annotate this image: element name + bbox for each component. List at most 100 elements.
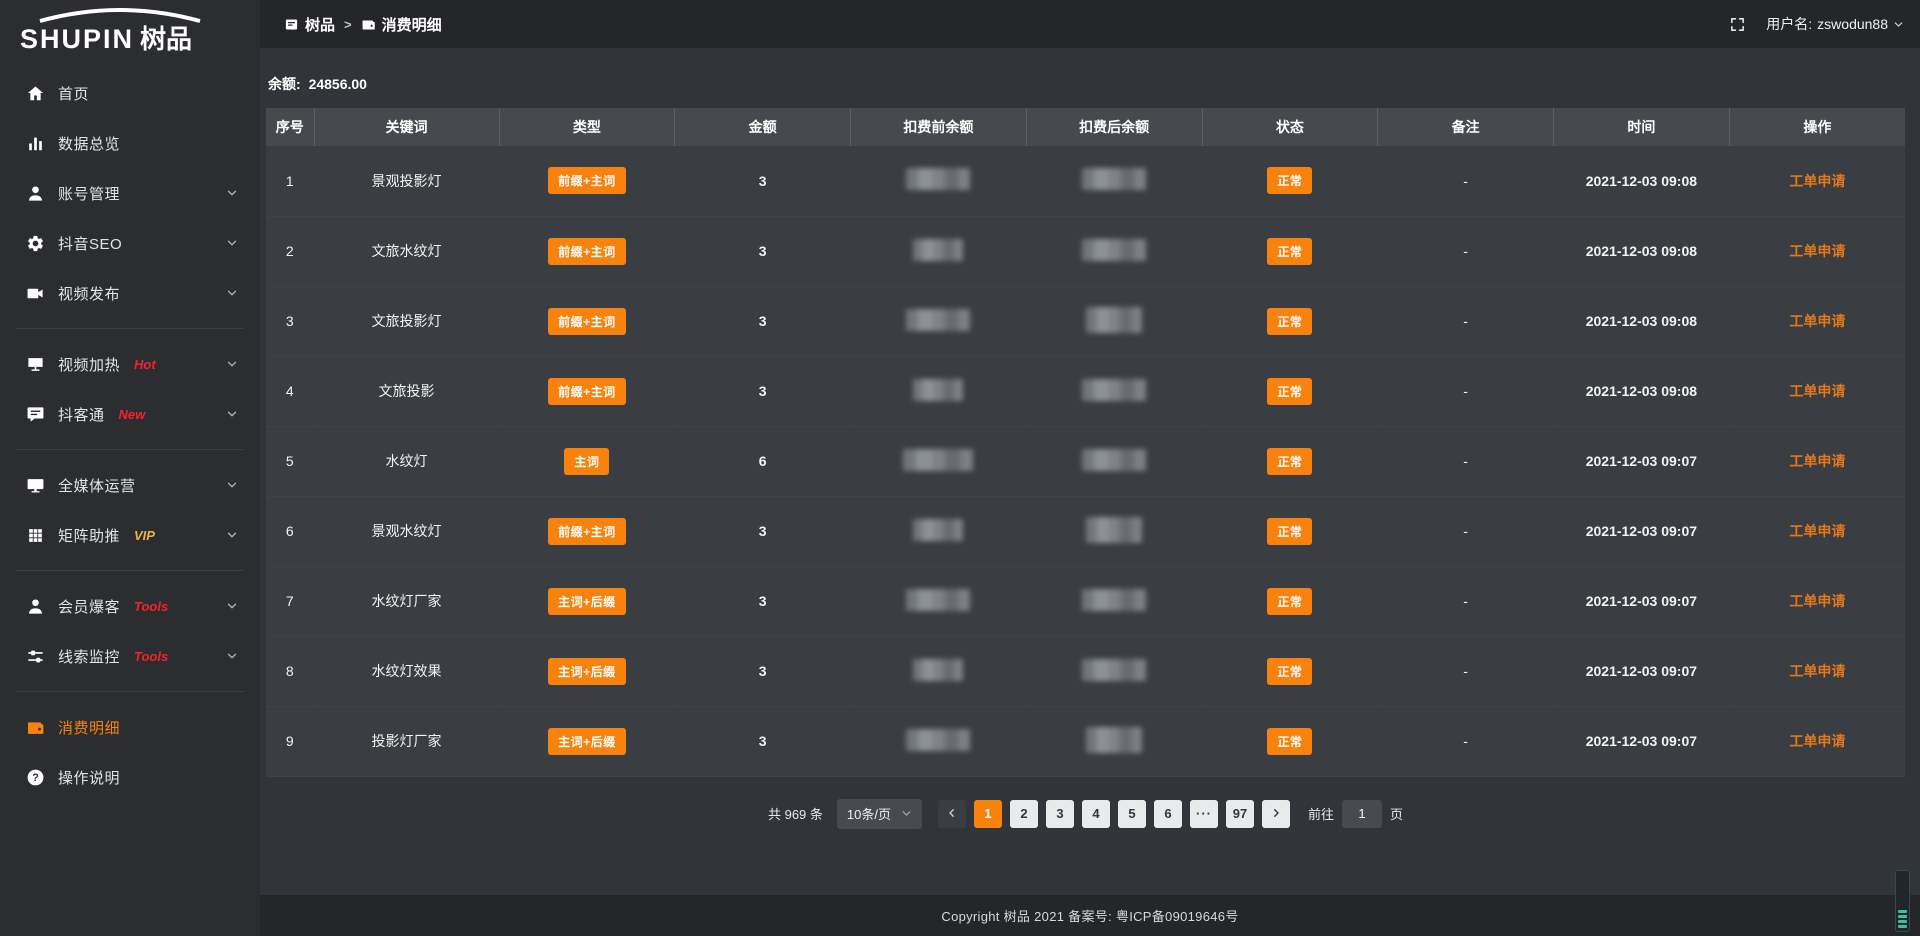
- cell-index: 9: [266, 706, 314, 776]
- chevron-down-icon: [1893, 19, 1904, 30]
- ticket-apply-link[interactable]: 工单申请: [1789, 243, 1845, 259]
- side-widget[interactable]: [1895, 870, 1910, 932]
- page-button-1[interactable]: 1: [974, 800, 1002, 828]
- sidebar-divider: [16, 691, 244, 692]
- sidebar-item-tag: VIP: [134, 528, 155, 543]
- ticket-apply-link[interactable]: 工单申请: [1789, 383, 1845, 399]
- cell-status: 正常: [1202, 146, 1378, 216]
- cell-balance-after: [1026, 706, 1202, 776]
- ticket-apply-link[interactable]: 工单申请: [1789, 313, 1845, 329]
- ticket-apply-link[interactable]: 工单申请: [1789, 733, 1845, 749]
- page-ellipsis-button[interactable]: ···: [1190, 800, 1218, 828]
- sidebar-item-account-manage[interactable]: 账号管理: [0, 168, 260, 218]
- sidebar-item-instructions[interactable]: ?操作说明: [0, 752, 260, 802]
- sidebar-item-label: 操作说明: [58, 767, 120, 788]
- ticket-apply-link[interactable]: 工单申请: [1789, 173, 1845, 189]
- cell-remark: -: [1378, 216, 1554, 286]
- page-size-value: 10条/页: [847, 804, 891, 823]
- sidebar-item-label: 视频发布: [58, 283, 120, 304]
- sidebar-item-douketong[interactable]: 抖客通New: [0, 389, 260, 439]
- page-button-2[interactable]: 2: [1010, 800, 1038, 828]
- cell-action: 工单申请: [1729, 356, 1905, 426]
- chevron-down-icon: [226, 650, 238, 662]
- cell-balance-before: [851, 286, 1027, 356]
- sidebar-item-consumption-detail[interactable]: 消费明细: [0, 702, 260, 752]
- cell-type: 主词: [499, 426, 675, 496]
- pagination-total: 共 969 条: [768, 804, 823, 823]
- balance: 余额: 24856.00: [268, 74, 1905, 94]
- cell-type: 主词+后缀: [499, 566, 675, 636]
- sidebar-item-label: 消费明细: [58, 717, 120, 738]
- brand-logo[interactable]: SHUPIN 树品: [0, 0, 260, 58]
- cell-action: 工单申请: [1729, 286, 1905, 356]
- cell-index: 3: [266, 286, 314, 356]
- sidebar-item-home[interactable]: 首页: [0, 68, 260, 118]
- cell-remark: -: [1378, 496, 1554, 566]
- next-page-button[interactable]: [1262, 800, 1290, 828]
- status-badge: 正常: [1267, 658, 1312, 685]
- user-menu[interactable]: 用户名: zswodun88: [1766, 14, 1904, 34]
- status-badge: 正常: [1267, 378, 1312, 405]
- redacted-balance-before: [906, 168, 970, 190]
- ticket-apply-link[interactable]: 工单申请: [1789, 663, 1845, 679]
- cell-amount: 3: [675, 146, 851, 216]
- cell-balance-after: [1026, 636, 1202, 706]
- sidebar-item-video-heat[interactable]: 视频加热Hot: [0, 339, 260, 389]
- status-badge: 正常: [1267, 448, 1312, 475]
- ticket-apply-link[interactable]: 工单申请: [1789, 593, 1845, 609]
- cell-index: 4: [266, 356, 314, 426]
- sidebar-item-label: 全媒体运营: [58, 475, 136, 496]
- column-header: 类型: [499, 108, 675, 146]
- sidebar-item-lead-monitor[interactable]: 线索监控Tools: [0, 631, 260, 681]
- redacted-balance-before: [913, 379, 963, 401]
- sidebar-item-member-burst[interactable]: 会员爆客Tools: [0, 581, 260, 631]
- page-button-5[interactable]: 5: [1118, 800, 1146, 828]
- table-header-row: 序号关键词类型金额扣费前余额扣费后余额状态备注时间操作: [266, 108, 1905, 146]
- redacted-balance-after: [1082, 379, 1146, 401]
- page-button-6[interactable]: 6: [1154, 800, 1182, 828]
- sidebar-item-matrix-boost[interactable]: 矩阵助推VIP: [0, 510, 260, 560]
- logo-text-en: SHUPIN: [20, 24, 134, 55]
- cell-status: 正常: [1202, 566, 1378, 636]
- cell-index: 1: [266, 146, 314, 216]
- cell-time: 2021-12-03 09:07: [1554, 636, 1730, 706]
- cell-keyword: 文旅投影灯: [314, 286, 499, 356]
- ticket-apply-link[interactable]: 工单申请: [1789, 523, 1845, 539]
- ticket-apply-link[interactable]: 工单申请: [1789, 453, 1845, 469]
- breadcrumb-item-current[interactable]: 消费明细: [361, 14, 442, 35]
- table-row: 6景观水纹灯前缀+主词3正常-2021-12-03 09:07工单申请: [266, 496, 1905, 566]
- goto-label: 前往: [1308, 804, 1334, 823]
- column-header: 金额: [675, 108, 851, 146]
- goto-page-input[interactable]: [1342, 800, 1382, 828]
- username-label: 用户名:: [1766, 14, 1812, 34]
- chevron-down-icon: [226, 358, 238, 370]
- prev-page-button[interactable]: [938, 800, 966, 828]
- page-button-97[interactable]: 97: [1226, 800, 1254, 828]
- cell-balance-after: [1026, 286, 1202, 356]
- sidebar-item-label: 数据总览: [58, 133, 120, 154]
- page-size-select[interactable]: 10条/页: [837, 799, 922, 829]
- breadcrumb-item-home[interactable]: 树品: [284, 14, 335, 35]
- cell-amount: 3: [675, 216, 851, 286]
- sidebar-item-label: 抖客通: [58, 404, 105, 425]
- status-badge: 正常: [1267, 518, 1312, 545]
- cell-action: 工单申请: [1729, 706, 1905, 776]
- sidebar-item-video-publish[interactable]: 视频发布: [0, 268, 260, 318]
- cell-balance-before: [851, 146, 1027, 216]
- sidebar-item-douyin-seo[interactable]: 抖音SEO: [0, 218, 260, 268]
- status-badge: 正常: [1267, 167, 1312, 194]
- cell-remark: -: [1378, 356, 1554, 426]
- fullscreen-icon[interactable]: [1729, 16, 1746, 33]
- gear-icon: [26, 234, 45, 253]
- monitor-icon: [26, 476, 45, 495]
- logo-text-cn: 树品: [140, 19, 192, 56]
- column-header: 扣费后余额: [1026, 108, 1202, 146]
- sidebar-item-data-overview[interactable]: 数据总览: [0, 118, 260, 168]
- column-header: 状态: [1202, 108, 1378, 146]
- page-button-3[interactable]: 3: [1046, 800, 1074, 828]
- redacted-balance-after: [1082, 239, 1146, 261]
- consumption-table: 序号关键词类型金额扣费前余额扣费后余额状态备注时间操作 1景观投影灯前缀+主词3…: [266, 108, 1905, 777]
- page-button-4[interactable]: 4: [1082, 800, 1110, 828]
- cell-balance-before: [851, 706, 1027, 776]
- sidebar-item-all-media[interactable]: 全媒体运营: [0, 460, 260, 510]
